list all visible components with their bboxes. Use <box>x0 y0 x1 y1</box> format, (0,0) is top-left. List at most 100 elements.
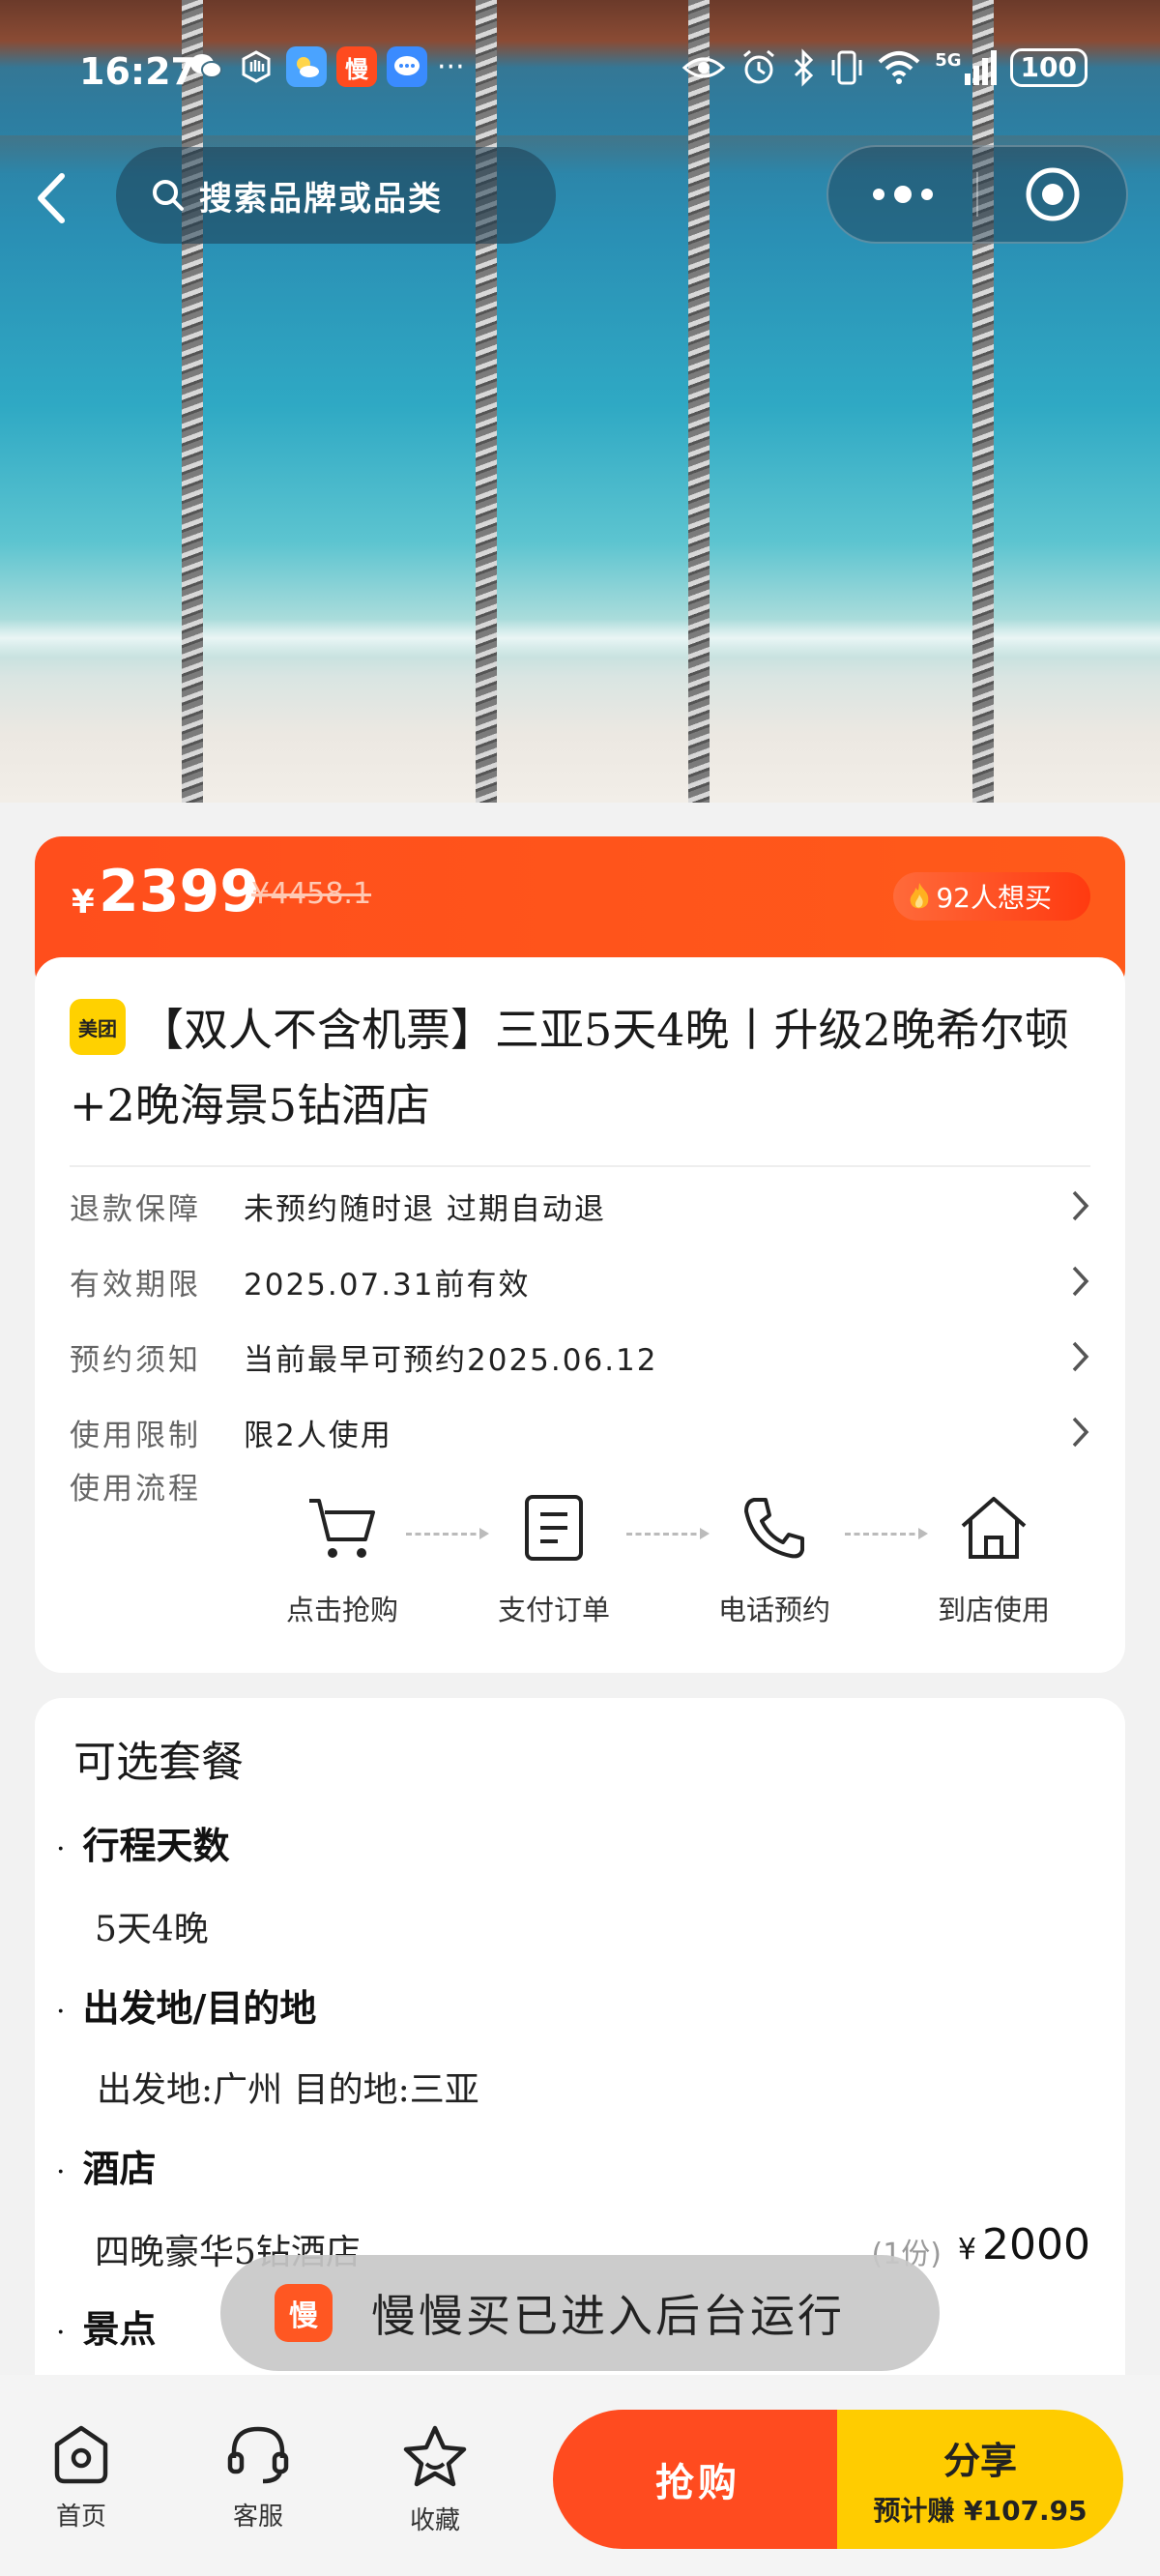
hand-icon <box>236 46 276 87</box>
home-icon <box>955 1489 1032 1566</box>
product-detail-card: 美团 【双人不含机票】三亚5天4晚丨升级2晚希尔顿+2晚海景5钻酒店 退款保障 … <box>35 957 1125 1673</box>
swing-rope <box>688 0 710 803</box>
notification-icons: 慢 ··· <box>186 46 465 87</box>
usage-flow-label: 使用流程 <box>70 1472 201 1507</box>
search-icon <box>153 180 184 211</box>
product-info-section: ¥ 2399 ¥4458.1 92人想买 美团 【双人不含机票】三亚5天4晚丨升… <box>35 836 1125 1673</box>
detail-row-refund[interactable]: 退款保障 未预约随时退 过期自动退 <box>70 1172 1090 1240</box>
detail-label: 预约须知 <box>70 1342 201 1378</box>
toast-message: 慢慢买已进入后台运行 <box>371 2290 845 2342</box>
nav-home[interactable]: 首页 <box>23 2423 139 2532</box>
flow-step-buy: 点击抢购 <box>275 1489 410 1628</box>
detail-label: 有效期限 <box>70 1267 201 1303</box>
detail-value: 未预约随时退 过期自动退 <box>244 1191 606 1227</box>
want-count-badge: 92人想买 <box>893 872 1090 921</box>
package-item: 出发地:广州 目的地:三亚 <box>97 2070 479 2110</box>
buy-button[interactable]: 抢购 <box>553 2410 843 2549</box>
detail-label: 使用限制 <box>70 1418 201 1453</box>
chevron-right-icon <box>1052 1340 1090 1373</box>
detail-value: 当前最早可预约2025.06.12 <box>244 1342 658 1378</box>
star-icon <box>403 2425 467 2487</box>
vibrate-icon <box>831 50 862 85</box>
nav-label: 收藏 <box>409 2506 460 2535</box>
flow-step-label: 电话预约 <box>717 1594 830 1626</box>
signal-icon: 5G <box>935 50 997 85</box>
flow-arrow <box>626 1528 710 1539</box>
detail-row-booking[interactable]: 预约须知 当前最早可预约2025.06.12 <box>70 1323 1090 1390</box>
status-time: 16:27 <box>79 50 196 93</box>
flow-arrow <box>406 1528 489 1539</box>
system-icons: 5G 100 <box>682 48 1088 87</box>
chevron-right-icon <box>1052 1265 1090 1298</box>
nav-favorite[interactable]: 收藏 <box>377 2423 493 2536</box>
swing-rope <box>182 0 203 803</box>
swing-rope <box>972 0 994 803</box>
home-nav-icon <box>54 2425 108 2484</box>
document-icon <box>515 1489 593 1566</box>
detail-label: 退款保障 <box>70 1191 201 1227</box>
fire-icon <box>911 883 929 909</box>
share-earn-label: 预计赚 ¥107.95 <box>873 2494 1088 2527</box>
package-price-value: 2000 <box>982 2220 1090 2269</box>
flow-arrow <box>845 1528 928 1539</box>
flow-step-label: 点击抢购 <box>285 1594 398 1626</box>
wechat-icon <box>186 46 226 87</box>
flow-step-label: 到店使用 <box>937 1594 1050 1626</box>
cart-icon <box>304 1489 381 1566</box>
chevron-right-icon <box>1052 1189 1090 1222</box>
nav-service[interactable]: 客服 <box>200 2423 316 2532</box>
flow-step-phone: 电话预约 <box>707 1489 842 1628</box>
packages-heading: 可选套餐 <box>73 1738 244 1787</box>
current-price: 2399 <box>99 858 260 925</box>
detail-value: 限2人使用 <box>244 1418 392 1453</box>
network-type: 5G <box>935 50 962 71</box>
headset-icon <box>227 2426 289 2484</box>
more-dots-icon <box>872 186 933 203</box>
nav-label: 首页 <box>55 2503 106 2532</box>
want-count-text: 92人想买 <box>936 882 1052 914</box>
flow-step-visit: 到店使用 <box>926 1489 1061 1628</box>
message-app-icon <box>387 46 427 87</box>
hero-image <box>0 0 1160 803</box>
package-section-title: 出发地/目的地 <box>56 1978 317 2032</box>
alarm-icon <box>743 49 775 84</box>
detail-row-validity[interactable]: 有效期限 2025.07.31前有效 <box>70 1247 1090 1315</box>
app-badge-icon: 慢 <box>336 46 377 87</box>
share-button[interactable]: 分享 预计赚 ¥107.95 <box>837 2410 1123 2549</box>
search-bar[interactable]: 搜索品牌或品类 <box>116 147 556 244</box>
more-menu-button[interactable] <box>828 147 976 242</box>
app-logo: 慢 <box>275 2284 333 2342</box>
package-section-title: 景点 <box>56 2299 157 2353</box>
phone-icon <box>736 1489 813 1566</box>
nav-label: 客服 <box>232 2503 283 2532</box>
more-icon: ··· <box>437 49 465 84</box>
bottom-action-bar: 首页 客服 收藏 抢购 分享 预计赚 ¥107.95 <box>0 2375 1160 2576</box>
miniapp-capsule <box>826 145 1128 244</box>
flow-step-label: 支付订单 <box>497 1594 610 1626</box>
product-title: 【双人不含机票】三亚5天4晚丨升级2晚希尔顿+2晚海景5钻酒店 <box>70 1004 1069 1131</box>
battery-indicator: 100 <box>1009 48 1088 87</box>
detail-value: 2025.07.31前有效 <box>244 1267 531 1303</box>
back-button[interactable] <box>27 164 75 232</box>
wifi-icon <box>878 51 920 84</box>
chevron-left-icon <box>38 173 65 223</box>
close-miniapp-button[interactable] <box>978 147 1126 242</box>
package-price-currency: ¥ <box>957 2233 977 2267</box>
status-bar: 16:27 慢 ··· 5G 100 <box>0 39 1160 106</box>
package-section-title: 酒店 <box>56 2139 157 2192</box>
original-price: ¥4458.1 <box>251 877 372 911</box>
package-item: 5天4晚 <box>95 1910 209 1949</box>
bluetooth-icon <box>795 48 814 87</box>
package-section-title: 行程天数 <box>56 1816 230 1869</box>
currency-symbol: ¥ <box>72 883 95 922</box>
background-toast: 慢 慢慢买已进入后台运行 <box>220 2255 940 2371</box>
weather-app-icon <box>286 46 327 87</box>
divider <box>70 1165 1090 1167</box>
swing-rope <box>476 0 497 803</box>
package-price: ¥2000 <box>958 2220 1090 2269</box>
search-placeholder: 搜索品牌或品类 <box>199 179 443 219</box>
target-close-icon <box>1026 167 1079 221</box>
share-label: 分享 <box>942 2439 1017 2482</box>
chevron-right-icon <box>1052 1416 1090 1449</box>
detail-row-usage-limit[interactable]: 使用限制 限2人使用 <box>70 1398 1090 1466</box>
